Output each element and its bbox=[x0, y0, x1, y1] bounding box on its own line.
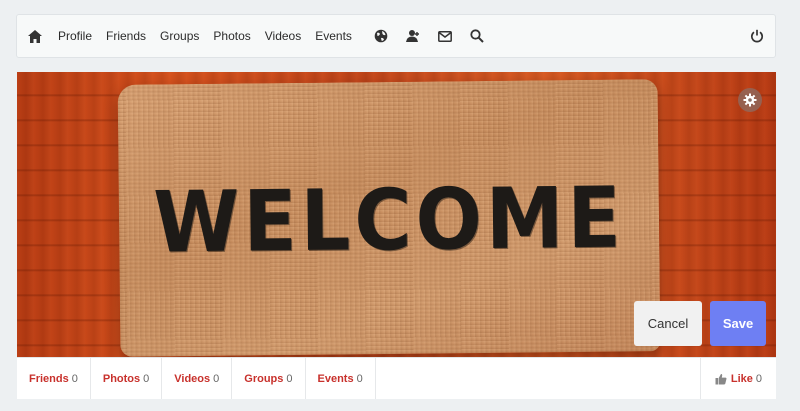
thumbs-up-icon bbox=[715, 373, 727, 385]
like-label: Like bbox=[730, 372, 753, 385]
top-navbar: Profile Friends Groups Photos Videos Eve… bbox=[16, 14, 776, 58]
profile-stats-bar: Friends 0 Photos 0 Videos 0 Groups 0 Eve… bbox=[17, 357, 776, 399]
nav-links: Profile Friends Groups Photos Videos Eve… bbox=[51, 29, 359, 43]
stat-count: 0 bbox=[286, 372, 293, 385]
nav-link-groups[interactable]: Groups bbox=[160, 29, 199, 43]
stat-label: Videos bbox=[174, 372, 211, 385]
nav-link-videos[interactable]: Videos bbox=[265, 29, 301, 43]
friend-requests-icon[interactable] bbox=[405, 28, 421, 44]
stat-count: 0 bbox=[213, 372, 220, 385]
stat-label: Photos bbox=[102, 372, 141, 385]
home-icon[interactable] bbox=[27, 28, 43, 44]
nav-link-photos[interactable]: Photos bbox=[213, 29, 250, 43]
doormat-text: WELCOME bbox=[152, 169, 626, 273]
stat-count: 0 bbox=[143, 372, 150, 385]
nav-link-friends[interactable]: Friends bbox=[106, 29, 146, 43]
stat-label: Groups bbox=[244, 372, 284, 385]
stat-groups[interactable]: Groups 0 bbox=[232, 358, 306, 399]
save-button[interactable]: Save bbox=[710, 301, 766, 346]
cancel-button[interactable]: Cancel bbox=[634, 301, 702, 346]
stat-label: Events bbox=[317, 372, 354, 385]
nav-icons bbox=[365, 28, 493, 44]
globe-icon[interactable] bbox=[373, 28, 389, 44]
power-icon[interactable] bbox=[749, 28, 765, 44]
stat-videos[interactable]: Videos 0 bbox=[162, 358, 233, 399]
nav-link-events[interactable]: Events bbox=[315, 29, 352, 43]
like-button[interactable]: Like 0 bbox=[699, 358, 776, 399]
search-icon[interactable] bbox=[469, 28, 485, 44]
stat-events[interactable]: Events 0 bbox=[306, 358, 376, 399]
like-count: 0 bbox=[755, 372, 762, 385]
stat-photos[interactable]: Photos 0 bbox=[91, 358, 163, 399]
cover-photo: WELCOME Cancel Save bbox=[17, 72, 776, 357]
nav-link-profile[interactable]: Profile bbox=[58, 29, 92, 43]
gear-icon[interactable] bbox=[738, 88, 762, 112]
stat-count: 0 bbox=[356, 372, 363, 385]
stat-count: 0 bbox=[71, 372, 78, 385]
stats-spacer bbox=[376, 358, 700, 399]
mail-icon[interactable] bbox=[437, 28, 453, 44]
cover-image-doormat: WELCOME bbox=[117, 79, 661, 357]
stat-label: Friends bbox=[29, 372, 69, 385]
stat-friends[interactable]: Friends 0 bbox=[17, 358, 91, 399]
